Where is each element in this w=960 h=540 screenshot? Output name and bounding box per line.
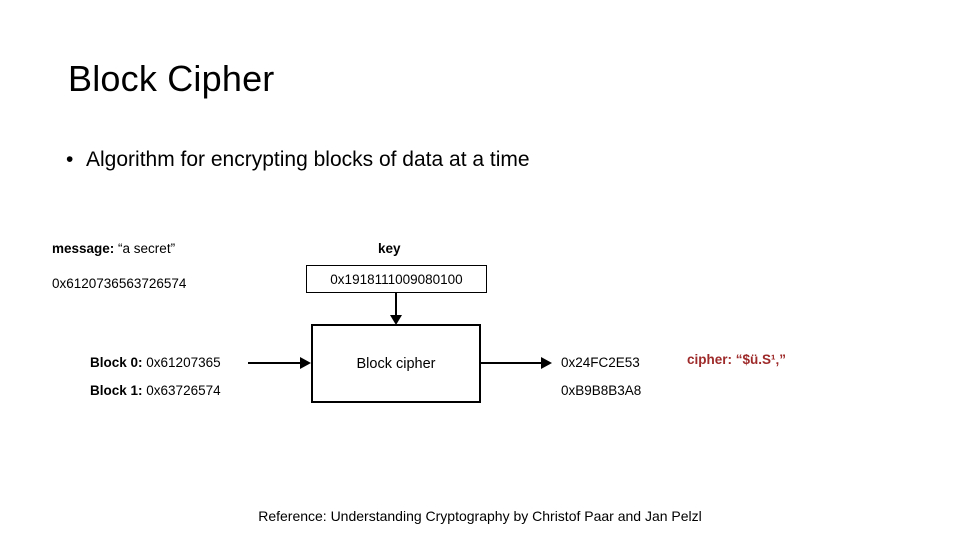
slide-canvas: Block Cipher • Algorithm for encrypting … [0, 0, 960, 540]
block-row-0: Block 0: 0x61207365 [90, 355, 221, 371]
blocks-to-cipher-arrow-head-icon [300, 357, 311, 369]
page-title: Block Cipher [68, 58, 275, 99]
bullet-list-item: • Algorithm for encrypting blocks of dat… [66, 148, 530, 172]
key-box: 0x1918111009080100 [306, 265, 487, 293]
bullet-item-label: Algorithm for encrypting blocks of data … [86, 148, 530, 171]
block-row-0-label: Block 0: [90, 355, 143, 370]
bullet-marker-icon: • [66, 148, 74, 171]
cipher-result-text: cipher: “$ü.S¹‚” [687, 352, 787, 367]
cipher-to-output-arrow-line [481, 362, 543, 364]
message-label-value: “a secret” [114, 241, 176, 256]
block-cipher-box-label: Block cipher [356, 355, 436, 372]
block-cipher-box: Block cipher [311, 324, 481, 403]
block-row-0-hex: 0x61207365 [142, 355, 221, 370]
cipher-to-output-arrow-head-icon [541, 357, 552, 369]
output-hex-0: 0x24FC2E53 [561, 355, 640, 370]
block-row-1-label: Block 1: [90, 383, 143, 398]
blocks-to-cipher-arrow-line [248, 362, 302, 364]
key-to-cipher-arrow-line [395, 293, 397, 317]
key-label: key [378, 241, 401, 256]
key-hex-value: 0x1918111009080100 [330, 271, 463, 287]
message-label: message: “a secret” [52, 241, 175, 257]
message-hex-value: 0x6120736563726574 [52, 276, 187, 291]
block-row-1-hex: 0x63726574 [142, 383, 221, 398]
footer-reference: Reference: Understanding Cryptography by… [258, 508, 702, 524]
output-hex-1: 0xB9B8B3A8 [561, 383, 642, 398]
block-row-1: Block 1: 0x63726574 [90, 383, 221, 399]
message-label-prefix: message: [52, 241, 115, 256]
